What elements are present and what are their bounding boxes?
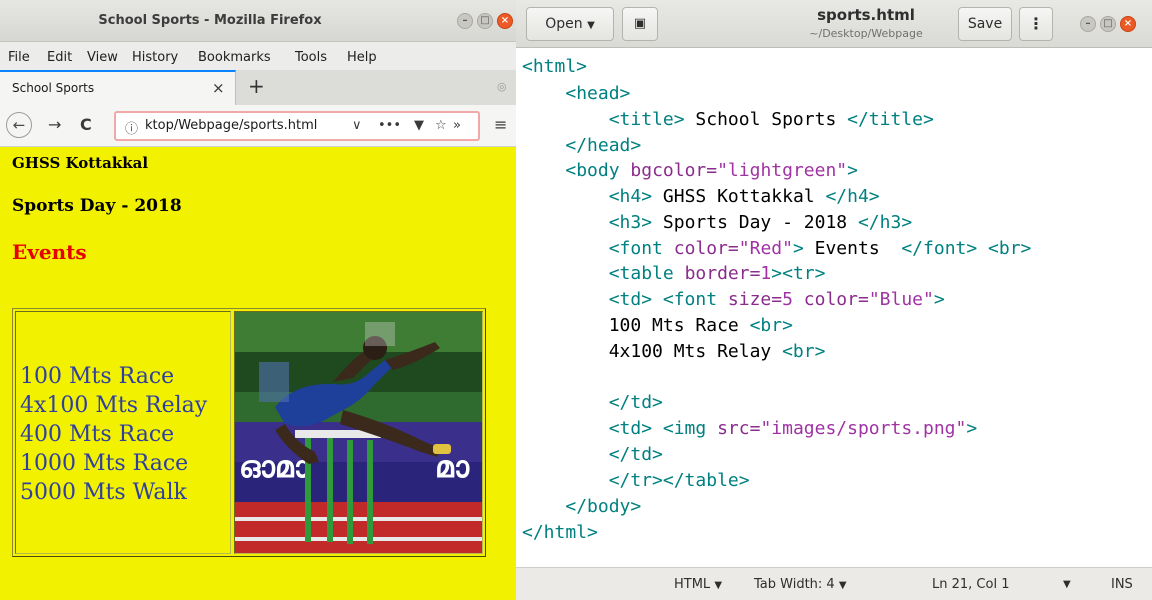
reload-icon[interactable]: C	[80, 115, 92, 134]
minimize-button[interactable]: –	[457, 13, 473, 29]
code-editor[interactable]: <html> <head> <title> School Sports </ti…	[516, 49, 1152, 567]
window-title: School Sports - Mozilla Firefox	[98, 13, 322, 28]
menu-tools[interactable]: Tools	[295, 50, 327, 65]
banner-text-right: മാ	[435, 450, 470, 485]
maximize-button[interactable]: □	[477, 13, 493, 29]
hamburger-menu-icon[interactable]: ≡	[494, 115, 507, 134]
insert-mode[interactable]: INS	[1111, 577, 1133, 592]
dropdown-icon[interactable]: ∨	[352, 118, 362, 133]
code-line: <h3> Sports Day - 2018 </h3>	[608, 212, 913, 233]
menu-kebab-icon[interactable]: ⋮	[1019, 7, 1053, 41]
menu-bar: File Edit View History Bookmarks Tools H…	[0, 42, 516, 70]
tab-close-icon[interactable]: ×	[212, 79, 225, 97]
events-list: 100 Mts Race 4x100 Mts Relay 400 Mts Rac…	[20, 362, 207, 507]
event-item: 400 Mts Race	[20, 422, 175, 447]
navigation-bar: ← → C ⓘ ktop/Webpage/sports.html ∨ ••• ▼…	[0, 105, 516, 147]
tab-width-selector[interactable]: Tab Width: 4 ▼	[754, 577, 847, 592]
tab-title: School Sports	[12, 81, 95, 95]
code-line: 100 Mts Race <br>	[608, 315, 793, 336]
status-bar: HTML ▼ Tab Width: 4 ▼ Ln 21, Col 1 ▼ INS	[516, 567, 1152, 600]
gedit-headerbar[interactable]: Open ▼ ▣ sports.html ~/Desktop/Webpage S…	[516, 0, 1152, 48]
code-line: <td> <img src="images/sports.png">	[608, 418, 978, 439]
menu-history[interactable]: History	[132, 50, 178, 65]
info-icon[interactable]: ⓘ	[125, 118, 138, 137]
sports-day-heading: Sports Day - 2018	[12, 196, 182, 216]
firefox-titlebar[interactable]: School Sports - Mozilla Firefox – □ ×	[0, 0, 516, 42]
menu-view[interactable]: View	[87, 50, 118, 65]
chevron-down-icon[interactable]: ▼	[1063, 579, 1071, 590]
menu-edit[interactable]: Edit	[47, 50, 72, 65]
tab-strip: School Sports × + ◎	[0, 70, 516, 105]
page-actions-icon[interactable]: •••	[378, 118, 401, 133]
document-path: ~/Desktop/Webpage	[809, 27, 923, 40]
code-line: </head>	[565, 135, 642, 156]
code-line: </tr></table>	[608, 470, 750, 491]
new-document-icon[interactable]: ▣	[622, 7, 658, 41]
new-tab-button[interactable]: +	[248, 74, 265, 98]
code-line: <body bgcolor="lightgreen">	[565, 160, 858, 181]
gedit-close-button[interactable]: ×	[1120, 16, 1136, 32]
event-item: 5000 Mts Walk	[20, 480, 187, 505]
hurdle-race-image: ഓമാ മാ	[235, 312, 482, 553]
tab-school-sports[interactable]: School Sports ×	[0, 70, 236, 105]
open-button[interactable]: Open ▼	[526, 7, 614, 41]
gedit-window: Open ▼ ▣ sports.html ~/Desktop/Webpage S…	[516, 0, 1152, 600]
code-line: <td> <font size=5 color="Blue">	[608, 289, 945, 310]
overflow-icon[interactable]: »	[453, 118, 461, 133]
pocket-icon[interactable]: ▼	[414, 118, 424, 133]
menu-bookmarks[interactable]: Bookmarks	[198, 50, 271, 65]
document-title: sports.html	[817, 6, 915, 24]
page-content: GHSS Kottakkal Sports Day - 2018 Events …	[0, 148, 516, 600]
code-line: </td>	[608, 392, 663, 413]
gedit-minimize-button[interactable]: –	[1080, 16, 1096, 32]
code-line: <font color="Red"> Events </font> <br>	[608, 238, 1032, 259]
code-line: </td>	[608, 444, 663, 465]
event-item: 4x100 Mts Relay	[20, 393, 208, 418]
cursor-position: Ln 21, Col 1	[932, 577, 1010, 592]
events-heading: Events	[12, 240, 87, 264]
chevron-down-icon: ▼	[714, 580, 723, 591]
chevron-down-icon: ▼	[587, 20, 595, 31]
firefox-window: School Sports - Mozilla Firefox – □ × Fi…	[0, 0, 516, 600]
language-selector[interactable]: HTML ▼	[674, 577, 722, 592]
event-item: 1000 Mts Race	[20, 451, 189, 476]
back-icon[interactable]: ←	[6, 112, 32, 138]
image-cell: ഓമാ മാ	[234, 311, 483, 554]
school-heading: GHSS Kottakkal	[12, 154, 149, 172]
bookmark-star-icon[interactable]: ☆	[435, 118, 447, 133]
url-text[interactable]: ktop/Webpage/sports.html	[145, 118, 317, 133]
code-line: <table border=1><tr>	[608, 263, 826, 284]
code-line: </body>	[565, 496, 642, 517]
chevron-down-icon: ▼	[838, 580, 847, 591]
code-line: <title> School Sports </title>	[608, 109, 934, 130]
tabs-alarm-icon[interactable]: ◎	[497, 80, 507, 93]
code-line: <h4> GHSS Kottakkal </h4>	[608, 186, 880, 207]
open-label: Open	[545, 16, 583, 32]
gedit-maximize-button[interactable]: □	[1100, 16, 1116, 32]
code-line: <html>	[522, 56, 588, 77]
code-line: </html>	[522, 522, 598, 543]
close-button[interactable]: ×	[497, 13, 513, 29]
forward-icon[interactable]: →	[48, 115, 61, 134]
events-cell: 100 Mts Race 4x100 Mts Relay 400 Mts Rac…	[15, 311, 231, 554]
event-item: 100 Mts Race	[20, 364, 175, 389]
menu-file[interactable]: File	[8, 50, 30, 65]
sports-table: 100 Mts Race 4x100 Mts Relay 400 Mts Rac…	[12, 308, 486, 557]
url-bar[interactable]: ⓘ ktop/Webpage/sports.html ∨ ••• ▼ ☆ »	[114, 111, 480, 141]
save-button[interactable]: Save	[958, 7, 1012, 41]
code-line: 4x100 Mts Relay <br>	[608, 341, 826, 362]
menu-help[interactable]: Help	[347, 50, 377, 65]
code-line: <head>	[565, 83, 631, 104]
